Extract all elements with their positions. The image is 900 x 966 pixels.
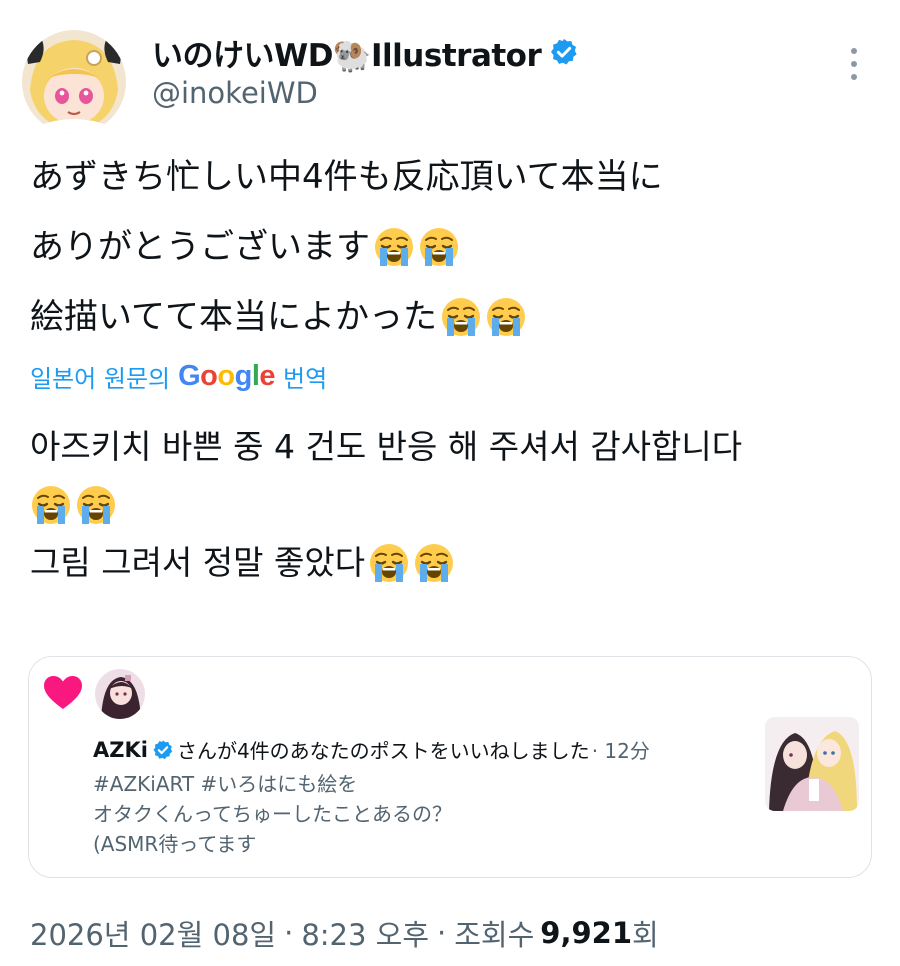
post-line: 絵描いてて本当によかった xyxy=(30,282,880,352)
google-letter: G xyxy=(178,359,201,392)
liker-name[interactable]: AZKi xyxy=(93,738,148,762)
more-dot-icon xyxy=(851,48,857,54)
view-count[interactable]: 9,921 xyxy=(540,916,632,950)
notification-time: · 12分 xyxy=(591,739,650,763)
crying-face-emoji-icon xyxy=(75,484,117,526)
crying-face-emoji-icon xyxy=(418,226,460,268)
post-time[interactable]: 8:23 오후 xyxy=(301,912,429,954)
liked-post-line: #AZKiART #いろはにも絵を xyxy=(93,772,358,796)
post-metadata: 2026년 02월 08일 · 8:23 오후 · 조회수 9,921 회 xyxy=(30,910,659,956)
more-dot-icon xyxy=(851,74,857,80)
google-letter: o xyxy=(200,359,218,392)
author-handle[interactable]: @inokeiWD xyxy=(152,76,318,110)
translated-line-text: 아즈키치 바쁜 중 4 건도 반응 해 주셔서 감사합니다 xyxy=(30,427,743,466)
crying-face-emoji-icon xyxy=(368,542,410,584)
google-letter: g xyxy=(234,359,253,392)
crying-face-emoji-icon xyxy=(485,296,527,338)
translation-link[interactable]: 일본어 원문의 Google 번역 xyxy=(30,356,327,396)
views-suffix: 회 xyxy=(632,918,659,952)
google-letter: o xyxy=(217,359,235,392)
more-dot-icon xyxy=(851,61,857,67)
crying-face-emoji-icon xyxy=(30,484,72,526)
meta-separator: · xyxy=(437,916,447,950)
liked-post-line: (ASMR待ってます xyxy=(93,832,257,856)
display-name-row[interactable]: いのけいWD🐏Illustrator xyxy=(152,28,579,76)
liked-post-preview: #AZKiART #いろはにも絵を オタクくんってちゅーしたことあるの？ (AS… xyxy=(93,769,452,859)
post-text: あずきち忙しい中4件も反応頂いて本当に ありがとうございます 絵描いてて本当によ… xyxy=(30,142,880,352)
translation-suffix: 번역 xyxy=(283,364,328,393)
translated-text: 아즈키치 바쁜 중 4 건도 반응 해 주셔서 감사합니다 그림 그려서 정말 … xyxy=(30,418,880,592)
more-options-button[interactable] xyxy=(840,44,868,84)
liked-post-thumbnail[interactable] xyxy=(765,717,859,811)
post-line-text: ありがとうございます xyxy=(30,227,370,267)
translated-line-text: 그림 그려서 정말 좋았다 xyxy=(30,543,366,582)
google-letter: e xyxy=(259,359,276,392)
liker-avatar[interactable] xyxy=(95,669,145,719)
crying-face-emoji-icon xyxy=(373,226,415,268)
like-notification-card[interactable]: AZKi さんが4件のあなたのポストをいいねしました · 12分 #AZKiAR… xyxy=(28,656,872,878)
liked-post-line: オタクくんってちゅーしたことあるの？ xyxy=(93,802,452,826)
author-avatar[interactable] xyxy=(22,30,126,134)
verified-badge-icon xyxy=(549,37,579,67)
post-line: あずきち忙しい中4件も反応頂いて本当に xyxy=(30,142,880,212)
verified-badge-icon xyxy=(152,739,174,761)
notification-message: さんが4件のあなたのポストをいいねしました xyxy=(176,739,590,763)
translated-line xyxy=(30,476,880,534)
post-line-text: 絵描いてて本当によかった xyxy=(30,297,437,337)
display-name[interactable]: いのけいWD🐏Illustrator xyxy=(152,30,542,75)
notification-text: AZKi さんが4件のあなたのポストをいいねしました · 12分 xyxy=(93,735,650,764)
post-line: ありがとうございます xyxy=(30,212,880,282)
views-label: 조회수 xyxy=(454,918,535,952)
google-logo-icon: Google xyxy=(178,360,275,393)
translation-prefix: 일본어 원문의 xyxy=(30,364,171,393)
meta-separator: · xyxy=(284,916,294,950)
translated-line: 그림 그려서 정말 좋았다 xyxy=(30,534,880,592)
crying-face-emoji-icon xyxy=(413,542,455,584)
post-date[interactable]: 2026년 02월 08일 xyxy=(30,912,276,954)
translated-line: 아즈키치 바쁜 중 4 건도 반응 해 주셔서 감사합니다 xyxy=(30,418,880,476)
heart-icon xyxy=(44,676,82,709)
post-line-text: あずきち忙しい中4件も反応頂いて本当に xyxy=(30,157,663,197)
crying-face-emoji-icon xyxy=(440,296,482,338)
